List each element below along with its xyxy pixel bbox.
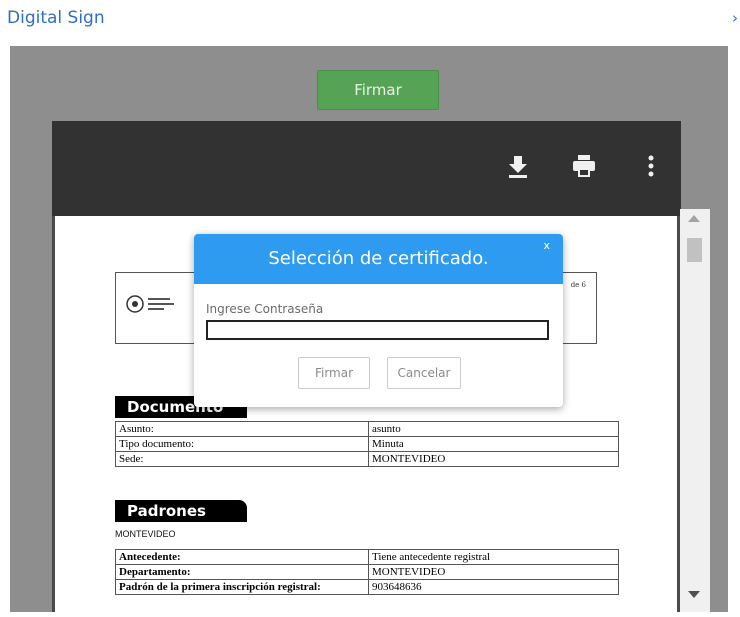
ministry-logo-icon	[126, 295, 174, 313]
chevron-right-icon[interactable]: ›	[732, 9, 738, 27]
password-label: Ingrese Contraseña	[206, 302, 324, 316]
certificate-dialog: Selección de certificado. x Ingrese Cont…	[194, 234, 563, 407]
app-title: Digital Sign	[7, 8, 105, 28]
table-row: Tipo documento: Minuta	[115, 436, 619, 452]
scroll-up-arrow-icon[interactable]	[688, 215, 700, 222]
documento-table: Asunto: asunto Tipo documento: Minuta Sede…	[115, 421, 619, 467]
section-label-padrones: Padrones	[115, 500, 247, 522]
close-icon[interactable]: x	[543, 239, 550, 252]
table-row: Sede: MONTEVIDEO	[115, 451, 619, 467]
dialog-sign-button[interactable]: Firmar	[298, 357, 370, 389]
download-icon[interactable]	[507, 154, 529, 184]
padrones-table: Antecedente: Tiene antecedente registral …	[115, 549, 619, 595]
dialog-header: Selección de certificado. x	[194, 234, 563, 284]
table-row: Antecedente: Tiene antecedente registral	[115, 549, 619, 565]
scrollbar[interactable]	[680, 209, 710, 612]
table-row: Padrón de la primera inscripción registr…	[115, 579, 619, 595]
dialog-title: Selección de certificado.	[268, 248, 489, 269]
more-vert-icon[interactable]	[648, 154, 654, 184]
pdf-toolbar	[52, 121, 681, 216]
padrones-subtitle: MONTEVIDEO	[115, 529, 176, 539]
scrollbar-thumb[interactable]	[687, 238, 702, 262]
scroll-down-arrow-icon[interactable]	[688, 591, 700, 598]
page-indicator: de 6	[570, 281, 586, 289]
table-row: Departamento: MONTEVIDEO	[115, 564, 619, 580]
sign-button[interactable]: Firmar	[317, 70, 439, 110]
print-icon[interactable]	[572, 154, 596, 184]
table-row: Asunto: asunto	[115, 421, 619, 437]
cancel-button[interactable]: Cancelar	[387, 357, 461, 389]
password-input[interactable]	[206, 320, 549, 340]
